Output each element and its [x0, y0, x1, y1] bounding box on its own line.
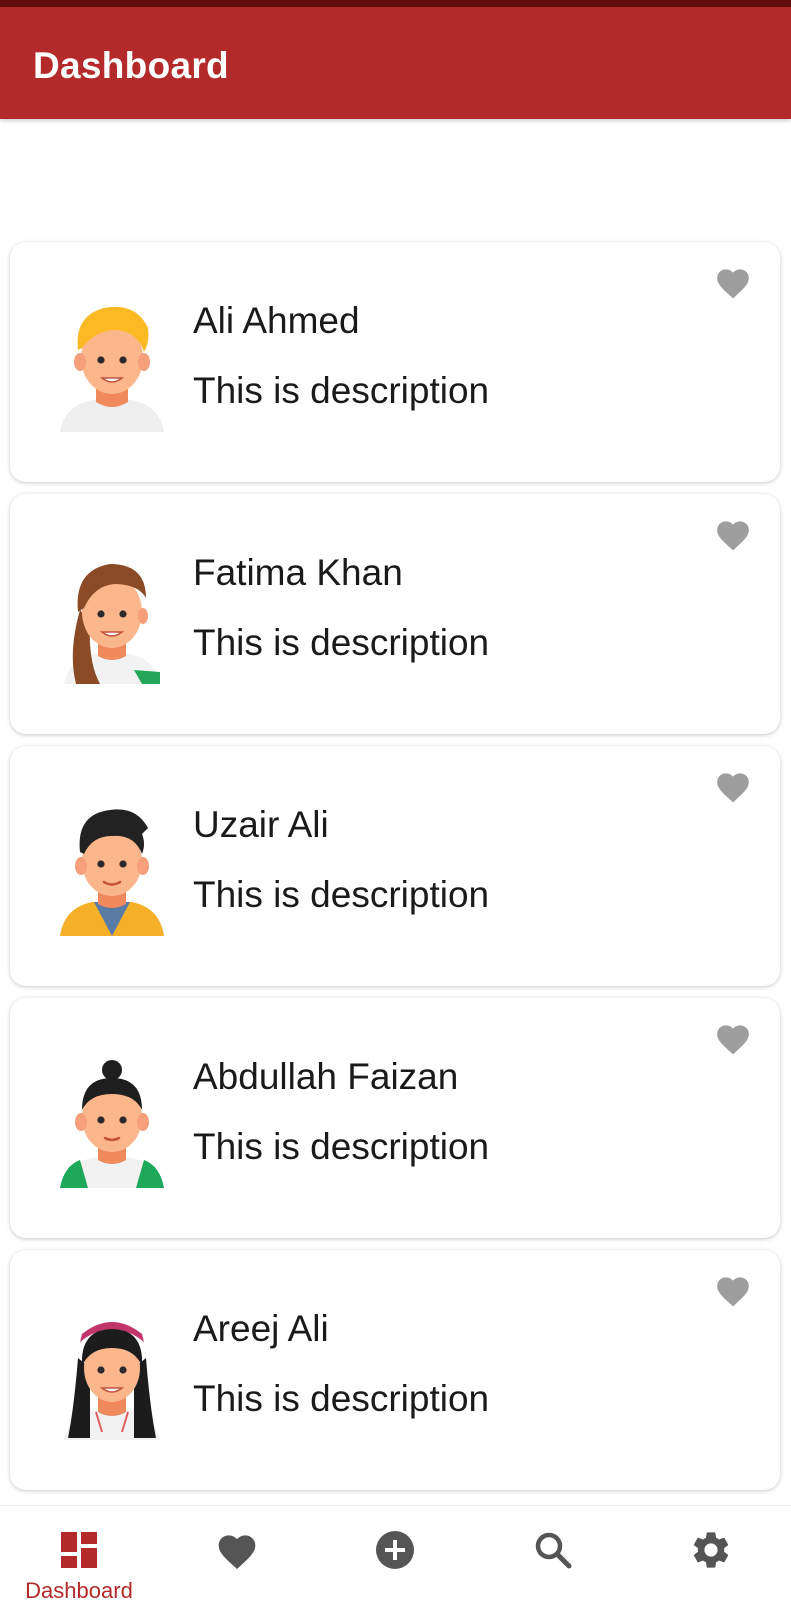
avatar: [50, 552, 174, 684]
status-bar-strip: [0, 0, 791, 7]
nav-item-settings[interactable]: [632, 1506, 790, 1601]
nav-item-dashboard[interactable]: Dashboard: [0, 1506, 158, 1603]
search-icon: [531, 1528, 575, 1572]
avatar: [50, 804, 174, 936]
avatar-black-hair-man-icon: [60, 809, 164, 936]
user-name: Fatima Khan: [193, 552, 403, 593]
heart-icon: [717, 269, 749, 299]
heart-icon: [717, 521, 749, 551]
favorite-button[interactable]: [714, 768, 752, 804]
favorite-button[interactable]: [714, 1272, 752, 1308]
avatar: [50, 1308, 174, 1440]
user-name: Ali Ahmed: [193, 300, 360, 341]
app-bar: Dashboard: [0, 7, 791, 119]
favorite-button[interactable]: [714, 264, 752, 300]
user-card[interactable]: Fatima Khan This is description: [10, 494, 780, 734]
avatar: [50, 300, 174, 432]
nav-item-add[interactable]: [316, 1506, 474, 1601]
user-card[interactable]: Areej Ali This is description: [10, 1250, 780, 1490]
user-description: This is description: [193, 622, 490, 663]
user-description: This is description: [193, 370, 490, 411]
user-description: This is description: [193, 1126, 490, 1167]
user-description: This is description: [193, 1378, 490, 1419]
dashboard-icon: [57, 1528, 101, 1572]
add-circle-icon: [373, 1528, 417, 1572]
user-name: Uzair Ali: [193, 804, 329, 845]
user-card[interactable]: Abdullah Faizan This is description: [10, 998, 780, 1238]
bottom-navigation: Dashboard: [0, 1505, 791, 1603]
user-name: Areej Ali: [193, 1308, 329, 1349]
gear-icon: [689, 1528, 733, 1572]
avatar: [50, 1056, 174, 1188]
user-card[interactable]: Uzair Ali This is description: [10, 746, 780, 986]
nav-item-favorites[interactable]: [158, 1506, 316, 1601]
favorite-button[interactable]: [714, 1020, 752, 1056]
page-title: Dashboard: [33, 45, 229, 86]
nav-item-search[interactable]: [474, 1506, 632, 1601]
user-description: This is description: [193, 874, 490, 915]
user-card[interactable]: Ali Ahmed This is description: [10, 242, 780, 482]
avatar-woman-headband-icon: [64, 1322, 160, 1440]
heart-icon: [717, 1277, 749, 1307]
user-name: Abdullah Faizan: [193, 1056, 459, 1097]
favorite-button[interactable]: [714, 516, 752, 552]
avatar-blond-man-icon: [60, 306, 164, 432]
nav-label-dashboard: Dashboard: [25, 1578, 133, 1603]
heart-icon: [215, 1528, 259, 1572]
heart-icon: [717, 773, 749, 803]
avatar-brown-hair-woman-icon: [64, 564, 160, 684]
avatar-man-bun-icon: [60, 1060, 164, 1188]
heart-icon: [717, 1025, 749, 1055]
